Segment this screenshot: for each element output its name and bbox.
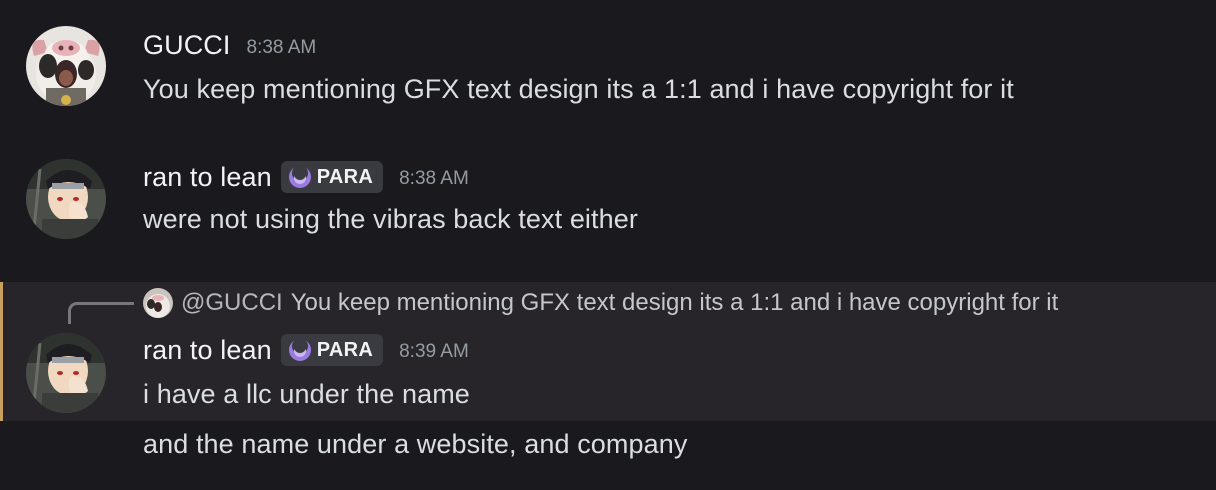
message-text-followup: and the name under a website, and compan…: [143, 429, 688, 459]
ran-to-lean-avatar[interactable]: [26, 159, 106, 239]
cow-avatar-icon: [26, 26, 106, 106]
anime-character-avatar-icon: [26, 159, 106, 239]
reply-avatar: [143, 288, 173, 318]
username[interactable]: GUCCI: [143, 30, 231, 61]
reply-mention[interactable]: @GUCCI: [181, 289, 283, 317]
timestamp: 8:39 AM: [399, 341, 469, 362]
message-text: i have a llc under the name: [143, 379, 470, 409]
guild-tag-label: PARA: [316, 165, 374, 188]
chat-area: GUCCI 8:38 AM You keep mentioning GFX te…: [0, 0, 1216, 490]
username[interactable]: ran to lean: [143, 162, 272, 193]
reply-connector: [68, 302, 134, 324]
guild-tag-label: PARA: [316, 338, 374, 361]
cow-avatar-icon: [143, 288, 173, 318]
reply-preview[interactable]: @GUCCI You keep mentioning GFX text desi…: [143, 288, 1058, 318]
message-text: You keep mentioning GFX text design its …: [143, 74, 1014, 104]
message-header: ran to lean PARA 8:39 AM: [143, 334, 469, 366]
moon-badge-icon: [288, 338, 311, 361]
message-text: were not using the vibras back text eith…: [143, 204, 638, 234]
message-header: GUCCI 8:38 AM: [143, 30, 316, 61]
gucci-avatar[interactable]: [26, 26, 106, 106]
anime-character-avatar-icon: [26, 333, 106, 413]
guild-tag[interactable]: PARA: [280, 334, 384, 366]
username[interactable]: ran to lean: [143, 335, 272, 366]
timestamp: 8:38 AM: [399, 168, 469, 189]
guild-tag[interactable]: PARA: [280, 161, 384, 193]
mention-highlight-bar: [0, 282, 3, 421]
ran-to-lean-avatar[interactable]: [26, 333, 106, 413]
reply-text[interactable]: You keep mentioning GFX text design its …: [291, 289, 1059, 317]
moon-badge-icon: [288, 165, 311, 188]
message-header: ran to lean PARA 8:38 AM: [143, 161, 469, 193]
timestamp: 8:38 AM: [246, 36, 317, 58]
